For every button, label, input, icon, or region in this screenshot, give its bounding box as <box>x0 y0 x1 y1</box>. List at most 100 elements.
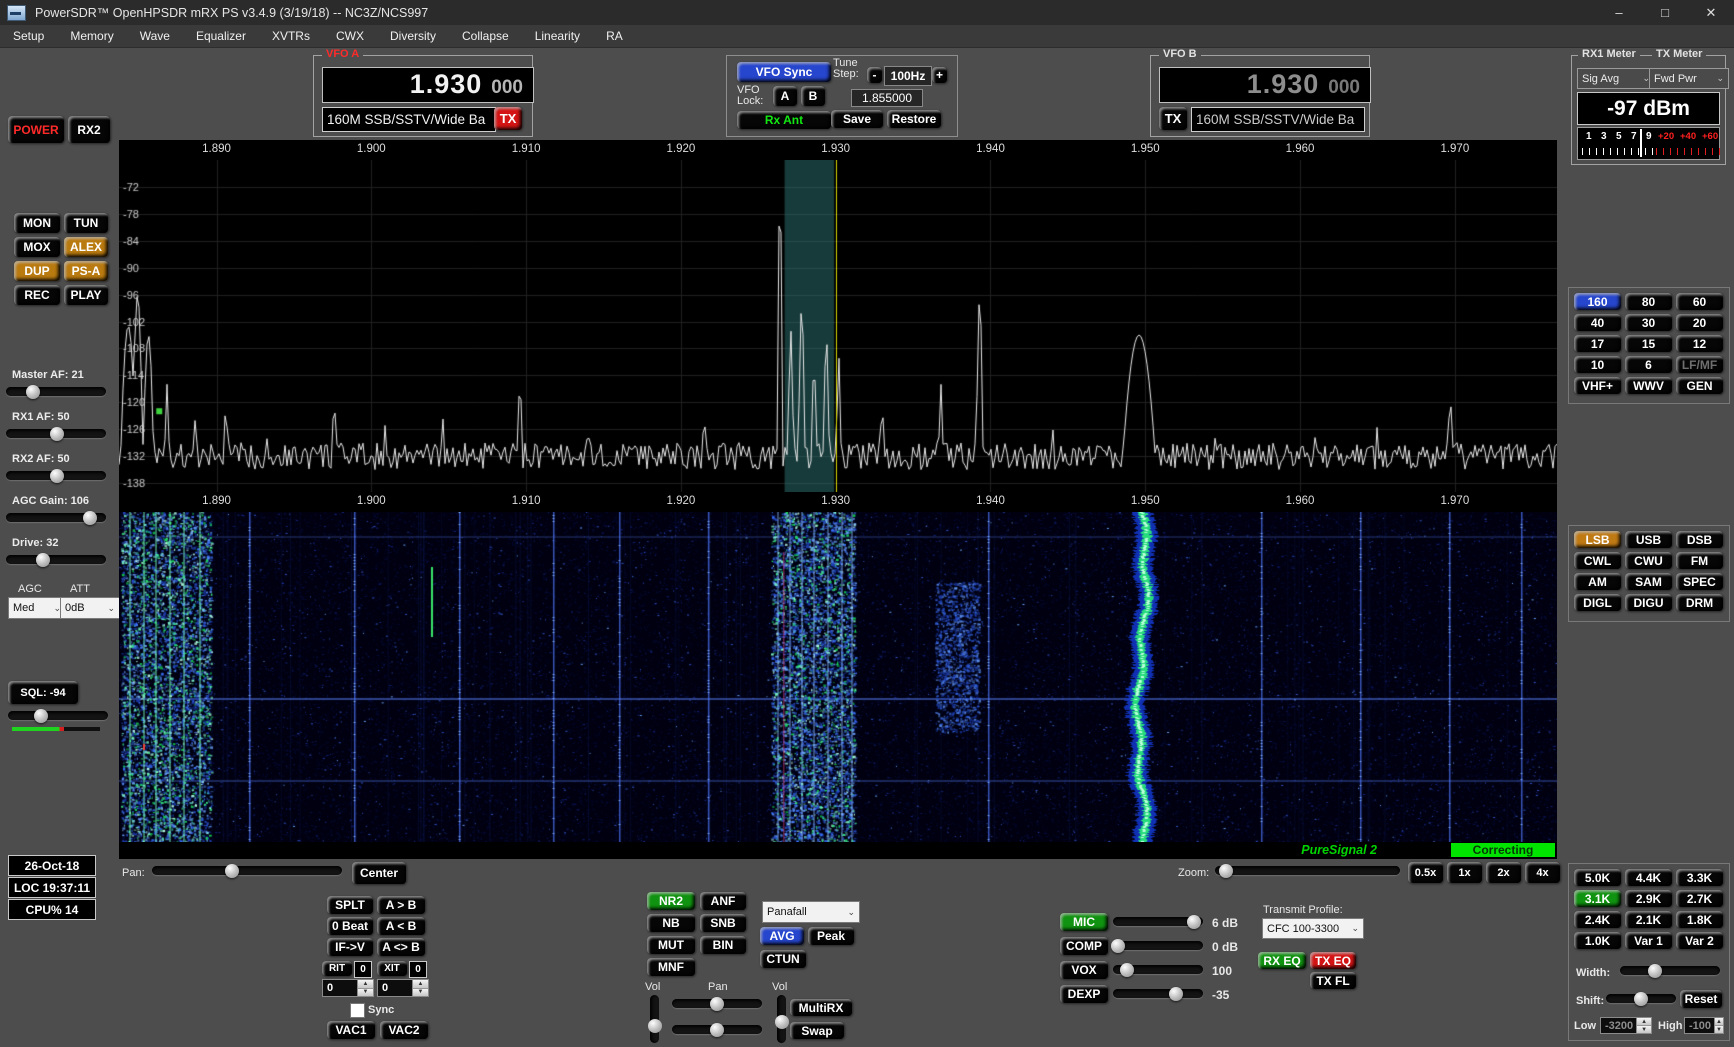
close-button[interactable]: ✕ <box>1688 5 1734 21</box>
mode-am-button[interactable]: AM <box>1574 573 1621 590</box>
filter-shift-slider[interactable] <box>1606 994 1676 1003</box>
sync-checkbox[interactable] <box>350 1003 365 1018</box>
mode-usb-button[interactable]: USB <box>1625 531 1672 548</box>
tune-step-down-button[interactable]: - <box>867 67 882 83</box>
mode-drm-button[interactable]: DRM <box>1676 594 1723 611</box>
tune-step-up-button[interactable]: + <box>932 67 947 83</box>
filter-2-9k-button[interactable]: 2.9K <box>1625 890 1672 907</box>
pan-thumb[interactable] <box>225 864 239 878</box>
filter-3-3k-button[interactable]: 3.3K <box>1676 869 1723 886</box>
filter-low-arrows[interactable]: ▲▼ <box>1637 1017 1652 1034</box>
xit-button[interactable]: XIT <box>377 961 407 976</box>
band-15-button[interactable]: 15 <box>1625 335 1672 352</box>
filter-var-1-button[interactable]: Var 1 <box>1625 932 1672 949</box>
dexp-button[interactable]: DEXP <box>1060 985 1108 1003</box>
spin-up-icon[interactable]: ▲ <box>1715 1018 1723 1026</box>
zoom-4x-button[interactable]: 4x <box>1525 862 1560 883</box>
band-60-button[interactable]: 60 <box>1676 293 1723 310</box>
menu-memory[interactable]: Memory <box>57 29 126 43</box>
vac1-button[interactable]: VAC1 <box>327 1021 375 1039</box>
if-to-vfo-button[interactable]: IF->V <box>327 938 373 956</box>
slider-track[interactable] <box>6 513 106 522</box>
filter-4-4k-button[interactable]: 4.4K <box>1625 869 1672 886</box>
dexp-slider[interactable] <box>1113 989 1203 998</box>
spin-up-icon[interactable]: ▲ <box>1637 1018 1651 1026</box>
rx1-vol-thumb[interactable] <box>648 1019 662 1033</box>
a-swap-b-button[interactable]: A <> B <box>377 938 425 956</box>
pan-display-slider[interactable] <box>152 866 342 875</box>
mode-dsb-button[interactable]: DSB <box>1676 531 1723 548</box>
rx1-meter-dropdown[interactable]: Sig Avg⌄ <box>1577 68 1655 89</box>
slider-thumb[interactable] <box>50 469 64 483</box>
b-to-a-button[interactable]: A < B <box>377 917 425 935</box>
slider-track[interactable] <box>6 555 106 564</box>
tx-fl-button[interactable]: TX FL <box>1310 972 1356 989</box>
sql-thumb[interactable] <box>34 709 48 723</box>
squelch-slider[interactable] <box>8 711 108 720</box>
tx-meter-dropdown[interactable]: Fwd Pwr⌄ <box>1649 68 1729 89</box>
zoom-0-5x-button[interactable]: 0.5x <box>1408 862 1443 883</box>
rit-spinner[interactable]: 0 ▲▼ <box>322 979 374 997</box>
mox-button[interactable]: MOX <box>14 237 60 257</box>
spin-up-icon[interactable]: ▲ <box>413 980 428 989</box>
center-button[interactable]: Center <box>352 862 406 884</box>
vfo-sync-button[interactable]: VFO Sync <box>737 62 831 82</box>
spin-down-icon[interactable]: ▼ <box>358 989 373 997</box>
mut-button[interactable]: MUT <box>647 936 695 954</box>
xit-spinner[interactable]: 0 ▲▼ <box>377 979 429 997</box>
vox-slider[interactable] <box>1113 965 1203 974</box>
band-10-button[interactable]: 10 <box>1574 356 1621 373</box>
power-button[interactable]: POWER <box>8 116 64 143</box>
transmit-profile-dropdown[interactable]: CFC 100-3300⌄ <box>1262 918 1364 939</box>
vfo-a-tx-button[interactable]: TX <box>494 107 522 130</box>
band-40-button[interactable]: 40 <box>1574 314 1621 331</box>
spectrum-display[interactable] <box>119 160 1557 492</box>
mode-lsb-button[interactable]: LSB <box>1574 531 1621 548</box>
menu-ra[interactable]: RA <box>593 29 636 43</box>
rx2-vol-slider[interactable] <box>777 995 786 1043</box>
anf-button[interactable]: ANF <box>700 892 746 910</box>
tun-button[interactable]: TUN <box>64 213 108 233</box>
shift-thumb[interactable] <box>1634 992 1648 1006</box>
vox-thumb[interactable] <box>1120 963 1134 977</box>
zoom-thumb[interactable] <box>1219 864 1233 878</box>
slider-track[interactable] <box>6 387 106 396</box>
filter-3-1k-button[interactable]: 3.1K <box>1574 890 1621 907</box>
menu-setup[interactable]: Setup <box>0 29 57 43</box>
filter-2-7k-button[interactable]: 2.7K <box>1676 890 1723 907</box>
band-12-button[interactable]: 12 <box>1676 335 1723 352</box>
dexp-thumb[interactable] <box>1169 987 1183 1001</box>
vac2-button[interactable]: VAC2 <box>380 1021 428 1039</box>
spin-down-icon[interactable]: ▼ <box>413 989 428 997</box>
maximize-button[interactable]: □ <box>1642 5 1688 20</box>
mic-button[interactable]: MIC <box>1060 913 1108 931</box>
menu-wave[interactable]: Wave <box>127 29 183 43</box>
band-6-button[interactable]: 6 <box>1625 356 1672 373</box>
swap-button[interactable]: Swap <box>790 1022 844 1039</box>
band-vhf-button[interactable]: VHF+ <box>1574 377 1621 394</box>
filter-width-slider[interactable] <box>1620 966 1720 975</box>
vox-button[interactable]: VOX <box>1060 961 1108 979</box>
squelch-button[interactable]: SQL: -94 <box>8 681 78 704</box>
vfo-a-band-text[interactable]: 160M SSB/SSTV/Wide Ba <box>322 107 496 132</box>
mon-button[interactable]: MON <box>14 213 60 233</box>
spin-up-icon[interactable]: ▲ <box>358 980 373 989</box>
rx-ant-button[interactable]: Rx Ant <box>737 111 831 129</box>
filter-2-1k-button[interactable]: 2.1K <box>1625 911 1672 928</box>
zoom-display-slider[interactable] <box>1215 866 1400 875</box>
zoom-2x-button[interactable]: 2x <box>1486 862 1521 883</box>
mode-sam-button[interactable]: SAM <box>1625 573 1672 590</box>
rx2-vol-thumb[interactable] <box>775 1015 789 1029</box>
filter-1-0k-button[interactable]: 1.0K <box>1574 932 1621 949</box>
mode-digl-button[interactable]: DIGL <box>1574 594 1621 611</box>
rx2-button[interactable]: RX2 <box>68 116 110 143</box>
filter-var-2-button[interactable]: Var 2 <box>1676 932 1723 949</box>
filter-high-spinner[interactable]: -100 ▲▼ <box>1684 1017 1724 1034</box>
band-160-button[interactable]: 160 <box>1574 293 1621 310</box>
rx2-pan-thumb[interactable] <box>710 1023 724 1037</box>
display-mode-dropdown[interactable]: Panafall⌄ <box>762 901 860 923</box>
play-button[interactable]: PLAY <box>64 285 108 305</box>
mode-fm-button[interactable]: FM <box>1676 552 1723 569</box>
vfo-lock-b-button[interactable]: B <box>801 86 825 106</box>
minimize-button[interactable]: – <box>1596 5 1642 20</box>
